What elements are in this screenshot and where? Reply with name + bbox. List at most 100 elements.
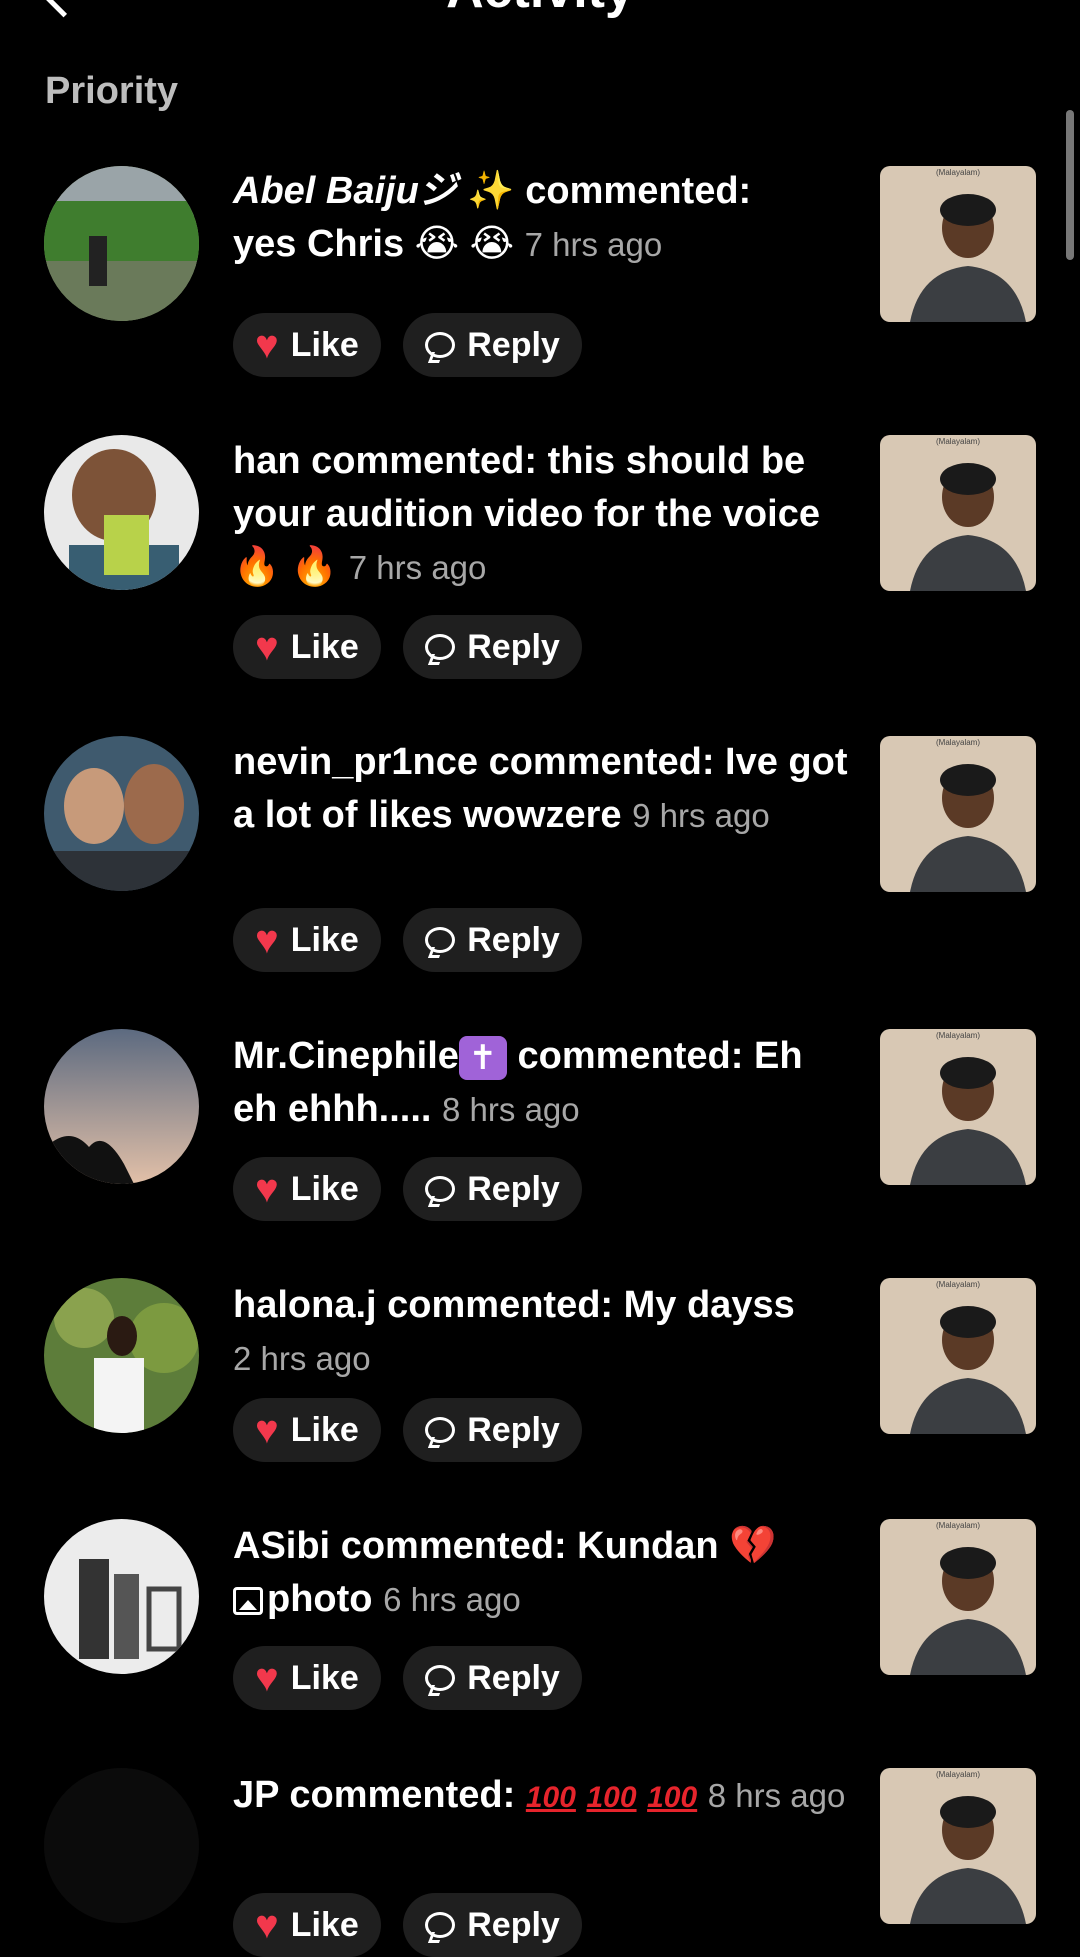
timestamp: 2 hrs ago <box>233 1340 371 1377</box>
top-bar: Activity <box>0 0 1080 20</box>
svg-text:(Malayalam): (Malayalam) <box>936 1770 980 1779</box>
avatar-image <box>44 1278 199 1433</box>
reply-bubble-icon <box>425 332 456 358</box>
username: han <box>233 440 301 482</box>
reply-bubble-icon <box>425 1912 456 1938</box>
comment-text[interactable]: Abel Baijuジ ✨ commented: yes Chris 😭 😭 7… <box>233 165 853 271</box>
post-thumbnail[interactable]: (Malayalam) <box>880 1519 1036 1675</box>
post-thumbnail[interactable]: (Malayalam) <box>880 1029 1036 1185</box>
like-button[interactable]: ♥ Like <box>233 615 381 679</box>
cross-badge-icon: ✝ <box>458 1035 507 1080</box>
action-row: ♥ Like Reply <box>233 615 600 679</box>
comment-verb: commented: <box>525 170 752 212</box>
avatar[interactable] <box>44 1278 199 1433</box>
username: halona.j <box>233 1284 377 1326</box>
comment-text[interactable]: Mr.Cinephile ✝ commented: Eh eh ehhh.....… <box>233 1030 853 1136</box>
svg-text:(Malayalam): (Malayalam) <box>936 1280 980 1289</box>
like-button[interactable]: ♥ Like <box>233 1157 381 1221</box>
comment-text[interactable]: nevin_pr1nce commented: Ive got a lot of… <box>233 736 853 842</box>
comment-body: yes Chris <box>233 223 405 265</box>
reply-bubble-icon <box>425 1665 456 1691</box>
action-row: ♥ Like Reply <box>233 1157 600 1221</box>
avatar[interactable] <box>44 166 199 321</box>
avatar[interactable] <box>44 736 199 891</box>
photo-label: photo <box>267 1578 373 1620</box>
timestamp: 7 hrs ago <box>524 226 663 263</box>
section-label-priority: Priority <box>45 70 179 112</box>
reply-bubble-icon <box>425 1176 456 1202</box>
hundred-points-emoji-icon: 100 <box>525 1781 576 1814</box>
comment-verb: commented: <box>517 1035 744 1077</box>
svg-text:(Malayalam): (Malayalam) <box>936 437 980 446</box>
avatar-image <box>44 736 199 891</box>
reply-bubble-icon <box>425 927 456 953</box>
post-thumbnail[interactable]: (Malayalam) <box>880 166 1036 322</box>
post-thumbnail[interactable]: (Malayalam) <box>880 736 1036 892</box>
fire-emoji-icon: 🔥 <box>290 546 339 588</box>
like-button[interactable]: ♥ Like <box>233 1893 381 1957</box>
username: JP <box>233 1774 279 1816</box>
comment-verb: commented: <box>289 1774 516 1816</box>
like-button[interactable]: ♥ Like <box>233 1646 381 1710</box>
like-button[interactable]: ♥ Like <box>233 908 381 972</box>
username: Mr.Cinephile <box>233 1035 459 1077</box>
post-thumbnail[interactable]: (Malayalam) <box>880 1278 1036 1434</box>
timestamp: 9 hrs ago <box>632 797 770 834</box>
comment-verb: commented: <box>340 1525 567 1567</box>
heart-icon: ♥ <box>255 1903 279 1947</box>
thumbnail-image: (Malayalam) <box>880 1519 1036 1675</box>
post-thumbnail[interactable]: (Malayalam) <box>880 435 1036 591</box>
username: ASibi <box>233 1525 331 1567</box>
like-button[interactable]: ♥ Like <box>233 313 381 377</box>
comment-body: Kundan <box>577 1525 719 1567</box>
thumbnail-image: (Malayalam) <box>880 1278 1036 1434</box>
comment-text[interactable]: halona.j commented: My dayss 2 hrs ago <box>233 1279 853 1385</box>
reply-button[interactable]: Reply <box>403 1157 582 1221</box>
timestamp: 8 hrs ago <box>442 1091 580 1128</box>
thumbnail-image: (Malayalam) <box>880 1768 1036 1924</box>
avatar[interactable] <box>44 1768 199 1923</box>
action-row: ♥ Like Reply <box>233 1893 600 1957</box>
avatar-image <box>44 1519 199 1674</box>
reply-button[interactable]: Reply <box>403 1398 582 1462</box>
svg-text:(Malayalam): (Malayalam) <box>936 168 980 177</box>
comment-verb: commented: <box>311 440 538 482</box>
avatar[interactable] <box>44 1029 199 1184</box>
crying-emoji-icon: 😭 <box>469 223 515 265</box>
avatar-image <box>44 166 199 321</box>
timestamp: 6 hrs ago <box>383 1581 521 1618</box>
heart-icon: ♥ <box>255 1167 279 1211</box>
comment-text[interactable]: ASibi commented: Kundan 💔 photo 6 hrs ag… <box>233 1520 853 1626</box>
username: nevin_pr1nce <box>233 741 478 783</box>
reply-button[interactable]: Reply <box>403 1893 582 1957</box>
action-row: ♥ Like Reply <box>233 1398 600 1462</box>
timestamp: 8 hrs ago <box>707 1777 846 1814</box>
svg-text:(Malayalam): (Malayalam) <box>936 1521 980 1530</box>
avatar[interactable] <box>44 1519 199 1674</box>
action-row: ♥ Like Reply <box>233 313 600 377</box>
avatar[interactable] <box>44 435 199 590</box>
heart-icon: ♥ <box>255 323 279 367</box>
thumbnail-image: (Malayalam) <box>880 736 1036 892</box>
thumbnail-image: (Malayalam) <box>880 435 1036 591</box>
reply-bubble-icon <box>425 634 456 660</box>
broken-heart-emoji-icon: 💔 <box>729 1525 777 1567</box>
page-title: Activity <box>0 0 1080 20</box>
comment-text[interactable]: han commented: this should be your audit… <box>233 435 853 594</box>
heart-icon: ♥ <box>255 1656 279 1700</box>
reply-button[interactable]: Reply <box>403 1646 582 1710</box>
fire-emoji-icon: 🔥 <box>233 546 281 588</box>
scrollbar[interactable] <box>1066 110 1074 260</box>
action-row: ♥ Like Reply <box>233 908 600 972</box>
reply-button[interactable]: Reply <box>403 908 582 972</box>
comment-text[interactable]: JP commented: 100 100 100 8 hrs ago <box>233 1769 853 1824</box>
reply-button[interactable]: Reply <box>403 615 582 679</box>
crying-emoji-icon: 😭 <box>414 223 460 265</box>
heart-icon: ♥ <box>255 625 279 669</box>
post-thumbnail[interactable]: (Malayalam) <box>880 1768 1036 1924</box>
avatar-image <box>44 1768 199 1923</box>
like-button[interactable]: ♥ Like <box>233 1398 381 1462</box>
username: Abel Baijuジ <box>233 170 457 212</box>
reply-button[interactable]: Reply <box>403 313 582 377</box>
svg-text:(Malayalam): (Malayalam) <box>936 738 980 747</box>
